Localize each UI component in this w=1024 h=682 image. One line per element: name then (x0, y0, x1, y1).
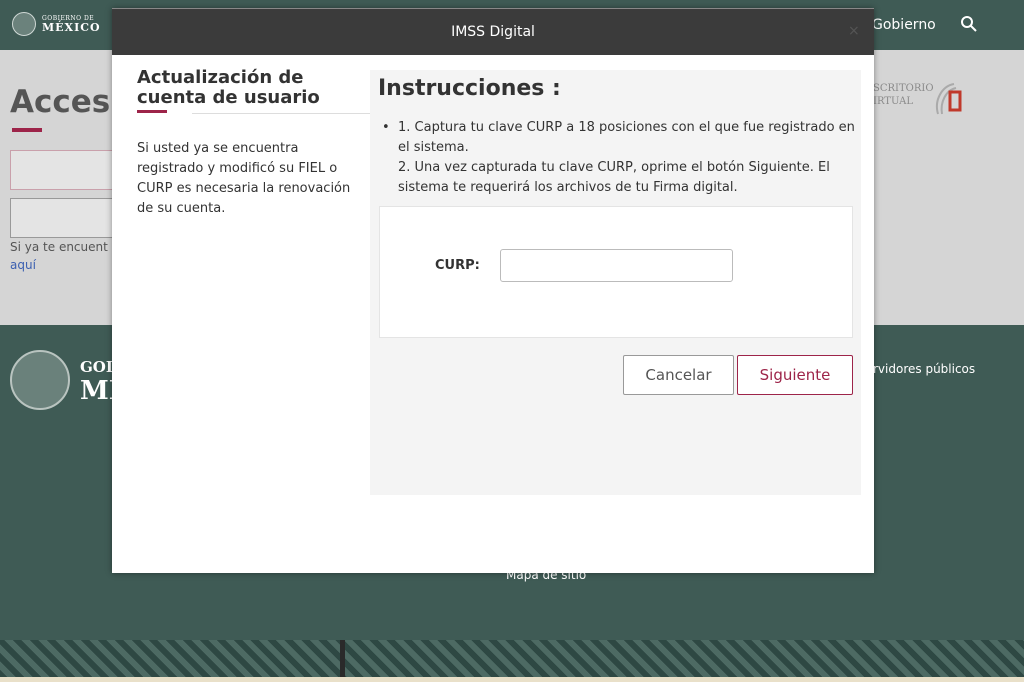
next-button[interactable]: Siguiente (737, 355, 853, 395)
instruction-item-2: 2. Una vez capturada tu clave CURP, opri… (398, 160, 830, 195)
imss-modal: IMSS Digital × Actualización de cuenta d… (112, 8, 874, 573)
heading-rule (192, 113, 382, 114)
instruction-item-1: 1. Captura tu clave CURP a 18 posiciones… (398, 120, 855, 155)
curp-form: CURP: (379, 206, 853, 338)
instructions-list: • 1. Captura tu clave CURP a 18 posicion… (382, 118, 858, 198)
curp-label: CURP: (435, 258, 480, 273)
cancel-button[interactable]: Cancelar (623, 355, 734, 395)
instructions-title: Instrucciones : (378, 76, 561, 101)
left-description: Si usted ya se encuentra registrado y mo… (137, 141, 351, 216)
left-heading-line2: cuenta de usuario (137, 87, 320, 108)
instructions-panel: Instrucciones : • 1. Captura tu clave CU… (370, 70, 861, 495)
modal-title: IMSS Digital (451, 24, 535, 40)
bullet-icon: • (382, 120, 390, 135)
close-icon[interactable]: × (848, 23, 860, 39)
modal-header: IMSS Digital × (112, 8, 874, 55)
left-column: Actualización de cuenta de usuario Si us… (137, 68, 382, 219)
heading-accent (137, 110, 167, 113)
curp-input[interactable] (500, 249, 733, 282)
left-heading: Actualización de cuenta de usuario (137, 68, 357, 108)
left-heading-line1: Actualización de (137, 67, 304, 88)
